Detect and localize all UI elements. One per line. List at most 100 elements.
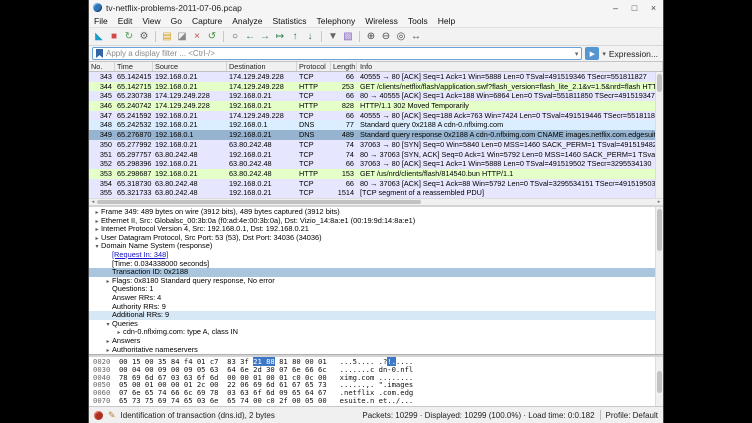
scrollbar-thumb[interactable] [657,371,662,393]
restart-capture-button[interactable]: ↻ [122,30,136,44]
menu-item-telephony[interactable]: Telephony [312,16,361,26]
bytes-scrollbar[interactable] [655,357,663,406]
details-scrollbar[interactable] [655,207,663,354]
title-bar[interactable]: tv-netflix-problems-2011-07-06.pcap – □ … [89,0,663,15]
go-back-button[interactable]: ← [243,30,257,44]
detail-row[interactable]: [Time: 0.034338000 seconds] [89,260,663,269]
table-row[interactable]: 34865.242532192.168.0.21192.168.0.1DNS77… [89,120,663,130]
detail-row[interactable]: ▸User Datagram Protocol, Src Port: 53 (5… [89,234,663,243]
hex-row[interactable]: 0070 65 73 75 69 74 65 03 6e 65 74 00 c0… [93,397,663,405]
table-row[interactable]: 34365.142415192.168.0.21174.129.249.228T… [89,72,663,82]
go-forward-button[interactable]: → [258,30,272,44]
menu-item-analyze[interactable]: Analyze [227,16,267,26]
bookmark-icon[interactable] [96,49,103,58]
table-row[interactable]: 35165.29775763.80.242.48192.168.0.21TCP7… [89,150,663,160]
table-row[interactable]: 35365.298687192.168.0.2163.80.242.48HTTP… [89,169,663,179]
table-row[interactable]: 35065.277992192.168.0.2163.80.242.48TCP7… [89,140,663,150]
detail-row[interactable]: ▸Internet Protocol Version 4, Src: 192.1… [89,225,663,234]
expert-info-icon[interactable] [94,411,103,420]
detail-row[interactable]: ▸cdn-0.nflximg.com: type A, class IN [89,328,663,337]
minimize-button[interactable]: – [606,0,625,15]
menu-item-capture[interactable]: Capture [187,16,227,26]
detail-row[interactable]: Questions: 1 [89,285,663,294]
filter-dropdown-icon[interactable]: ▾ [575,50,579,58]
table-row[interactable]: 34465.142715192.168.0.21174.129.249.228H… [89,82,663,92]
colorize-button[interactable]: ▧ [341,30,355,44]
table-row[interactable]: 34965.276870192.168.0.1192.168.0.21DNS48… [89,130,663,140]
menu-item-view[interactable]: View [137,16,165,26]
column-header-info[interactable]: Info [357,62,663,71]
column-header-time[interactable]: Time [115,62,153,71]
detail-row[interactable]: ▾Queries [89,320,663,329]
go-last-button[interactable]: ↓ [303,30,317,44]
table-row[interactable]: 34665.240742174.129.249.228192.168.0.21H… [89,101,663,111]
hscroll-thumb[interactable] [97,200,421,204]
column-header-protocol[interactable]: Protocol [297,62,331,71]
detail-row[interactable]: ▸Authoritative nameservers [89,346,663,355]
expander-icon[interactable]: ▾ [104,321,112,329]
expander-icon[interactable]: ▸ [104,347,112,355]
expander-icon[interactable]: ▸ [93,226,101,234]
detail-row[interactable]: ▸Frame 349: 489 bytes on wire (3912 bits… [89,208,663,217]
menu-item-wireless[interactable]: Wireless [360,16,403,26]
capture-options-button[interactable]: ⚙ [137,30,151,44]
packet-list-hscrollbar[interactable]: ◂ ▸ [89,198,663,205]
table-row[interactable]: 35265.298396192.168.0.2163.80.242.48TCP6… [89,159,663,169]
expander-icon[interactable]: ▸ [93,209,101,217]
detail-row[interactable]: ▾Domain Name System (response) [89,242,663,251]
menu-item-edit[interactable]: Edit [113,16,138,26]
apply-filter-button[interactable]: ▶ [585,47,599,60]
auto-scroll-button[interactable]: ▼ [326,30,340,44]
expander-icon[interactable]: ▸ [93,235,101,243]
zoom-out-button[interactable]: ⊖ [379,30,393,44]
packet-list-scrollbar[interactable] [655,72,663,198]
column-header-no[interactable]: No. [89,62,115,71]
expression-button[interactable]: Expression... [609,49,660,59]
maximize-button[interactable]: □ [625,0,644,15]
detail-row[interactable]: Authority RRs: 9 [89,303,663,312]
expander-icon[interactable]: ▸ [104,338,112,346]
column-header-destination[interactable]: Destination [227,62,297,71]
zoom-in-button[interactable]: ⊕ [364,30,378,44]
open-file-button[interactable]: ▤ [160,30,174,44]
stop-capture-button[interactable]: ■ [107,30,121,44]
display-filter-input[interactable]: Apply a display filter ... <Ctrl-/> ▾ [92,47,582,60]
table-row[interactable]: 34565.230738174.129.249.228192.168.0.21T… [89,91,663,101]
hscroll-track[interactable] [97,199,655,205]
go-to-packet-button[interactable]: ↦ [273,30,287,44]
zoom-original-button[interactable]: ◎ [394,30,408,44]
expander-icon[interactable]: ▾ [93,243,101,251]
detail-row[interactable]: Additional RRs: 9 [89,311,663,320]
start-capture-button[interactable]: ◣ [92,30,106,44]
expression-dropdown-icon[interactable]: ▾ [602,50,606,58]
scrollbar-thumb[interactable] [657,74,662,92]
menu-item-tools[interactable]: Tools [403,16,433,26]
scrollbar-thumb[interactable] [657,209,662,251]
table-row[interactable]: 35465.31873063.80.242.48192.168.0.21TCP6… [89,179,663,189]
table-row[interactable]: 34765.241592192.168.0.21174.129.249.228T… [89,111,663,121]
status-profile[interactable]: Profile: Default [606,411,658,420]
detail-row[interactable]: Answer RRs: 4 [89,294,663,303]
expander-icon[interactable]: ▸ [115,329,123,337]
save-file-button[interactable]: ◪ [175,30,189,44]
menu-item-go[interactable]: Go [166,16,187,26]
resize-columns-button[interactable]: ↔ [409,30,423,44]
table-row[interactable]: 35565.32173363.80.242.48192.168.0.21TCP1… [89,188,663,198]
close-button[interactable]: × [644,0,663,15]
column-header-length[interactable]: Length [331,62,357,71]
column-header-source[interactable]: Source [153,62,227,71]
expander-icon[interactable]: ▸ [104,278,112,286]
detail-row[interactable]: ▸Flags: 0x8180 Standard query response, … [89,277,663,286]
detail-row[interactable]: ▸Ethernet II, Src: Globalsc_00:3b:0a (f0… [89,217,663,226]
find-packet-button[interactable]: ○ [228,30,242,44]
menu-item-help[interactable]: Help [433,16,460,26]
detail-row[interactable]: Transaction ID: 0x2188 [89,268,663,277]
menu-item-file[interactable]: File [89,16,113,26]
detail-row[interactable]: ▸Answers [89,337,663,346]
detail-row[interactable]: [Request In: 348] [89,251,663,260]
expander-icon[interactable]: ▸ [93,218,101,226]
menu-item-statistics[interactable]: Statistics [267,16,311,26]
go-first-button[interactable]: ↑ [288,30,302,44]
reload-file-button[interactable]: ↺ [205,30,219,44]
capture-comment-icon[interactable]: ✎ [108,410,116,421]
